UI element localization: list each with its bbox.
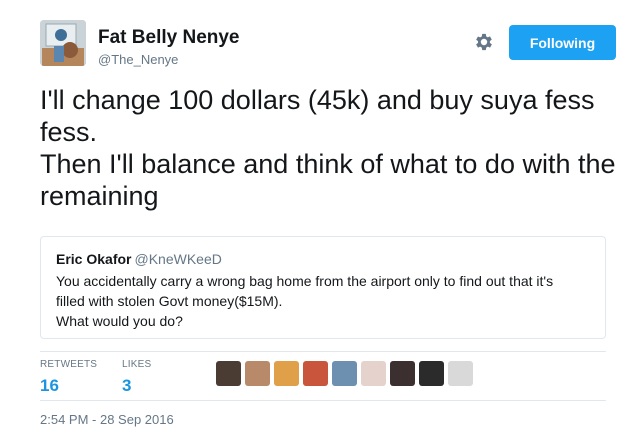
author-avatar[interactable]	[40, 20, 86, 66]
tweet-text: I'll change 100 dollars (45k) and buy su…	[40, 84, 625, 212]
stats-divider-bottom	[40, 400, 606, 401]
liker-avatar[interactable]	[332, 361, 357, 386]
liker-avatar[interactable]	[361, 361, 386, 386]
gear-icon[interactable]	[473, 31, 495, 53]
tweet-text-line: fess.	[40, 117, 98, 147]
liker-avatar[interactable]	[390, 361, 415, 386]
quoted-author-name: Eric Okafor	[56, 251, 132, 267]
retweets-label: RETWEETS	[40, 359, 98, 370]
quoted-tweet[interactable]: Eric Okafor @KneWKeeD You accidentally ca…	[40, 236, 606, 339]
avatar-image	[40, 20, 86, 66]
liker-avatar[interactable]	[245, 361, 270, 386]
quoted-text-line: filled with stolen Govt money($15M).	[56, 293, 283, 309]
retweets-count: 16	[40, 376, 59, 395]
liker-avatar[interactable]	[216, 361, 241, 386]
liker-avatars	[216, 361, 473, 389]
tweet-text-line: I'll change 100 dollars (45k) and buy su…	[40, 85, 595, 115]
likes-stat[interactable]: LIKES 3	[122, 359, 151, 396]
tweet-text-line: remaining	[40, 181, 159, 211]
stats-divider-top	[40, 351, 606, 352]
author-handle[interactable]: @The_Nenye	[98, 52, 178, 67]
quoted-text-line: What would you do?	[56, 313, 183, 329]
quoted-text-line: You accidentally carry a wrong bag home …	[56, 273, 554, 289]
quoted-tweet-header: Eric Okafor @KneWKeeD	[56, 250, 591, 268]
following-button[interactable]: Following	[509, 25, 616, 60]
retweets-stat[interactable]: RETWEETS 16	[40, 359, 97, 396]
liker-avatar[interactable]	[274, 361, 299, 386]
liker-avatar[interactable]	[419, 361, 444, 386]
quoted-author-handle: @KneWKeeD	[134, 251, 222, 267]
likes-label: LIKES	[122, 359, 152, 370]
liker-avatar[interactable]	[303, 361, 328, 386]
author-name[interactable]: Fat Belly Nenye	[98, 27, 240, 49]
liker-avatar[interactable]	[448, 361, 473, 386]
likes-count: 3	[122, 376, 132, 395]
tweet-text-line: Then I'll balance and think of what to d…	[40, 149, 616, 179]
quoted-tweet-text: You accidentally carry a wrong bag home …	[56, 271, 591, 331]
tweet-timestamp[interactable]: 2:54 PM - 28 Sep 2016	[40, 412, 174, 427]
tweet-card: Fat Belly Nenye @The_Nenye Following I'l…	[0, 0, 640, 445]
